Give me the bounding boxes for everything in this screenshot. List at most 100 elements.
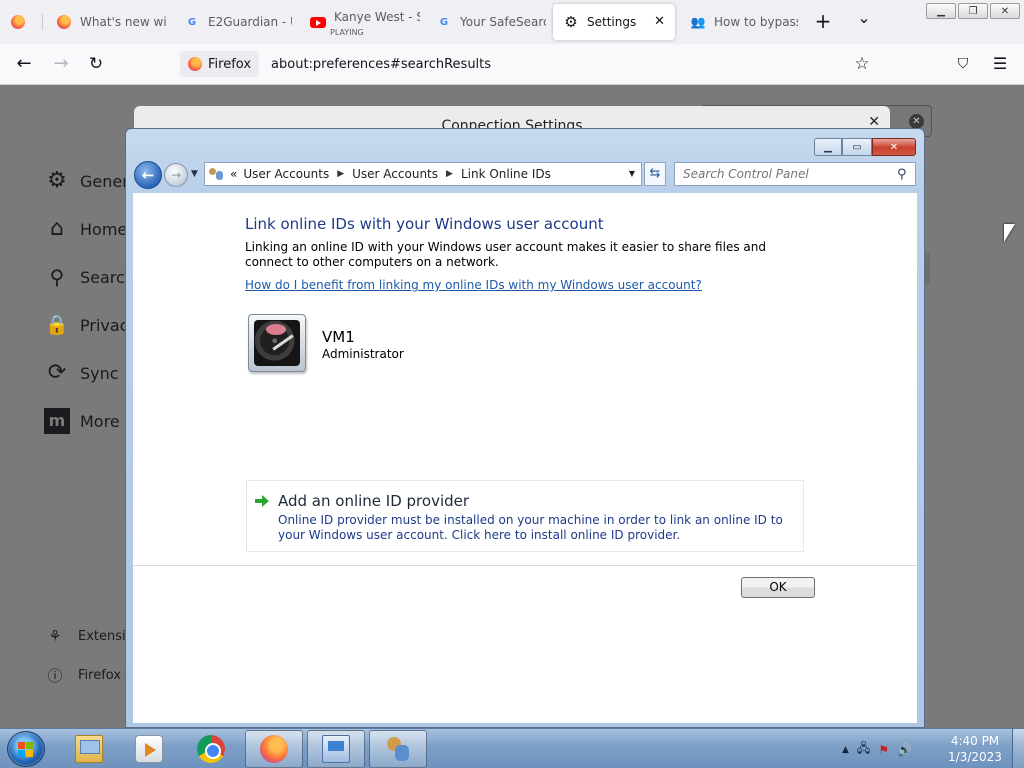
sync-icon: ⟳ (47, 360, 67, 385)
firefox-icon (260, 735, 288, 763)
pref-nav-more-from-mozilla[interactable]: m More f (44, 408, 130, 434)
show-desktop-button[interactable] (1012, 729, 1024, 768)
restore-button[interactable]: ❐ (958, 3, 988, 19)
minimize-button[interactable]: ▁ (814, 138, 842, 156)
avatar (248, 314, 306, 372)
tab-whats-new[interactable]: What's new wit (46, 4, 166, 40)
provider-title[interactable]: Add an online ID provider (278, 492, 469, 510)
network-icon[interactable]: 🖧 (857, 739, 870, 760)
tab-e2guardian[interactable]: G E2Guardian - U (174, 4, 292, 40)
windows-logo-icon (18, 742, 34, 757)
folder-icon (75, 735, 103, 763)
tab-playing-label: PLAYING (330, 28, 364, 37)
clock-date: 1/3/2023 (948, 750, 1002, 764)
tab-title: Settings (587, 15, 637, 29)
pref-nav-label: Sync (80, 363, 119, 383)
start-button[interactable] (7, 731, 45, 767)
url-text[interactable]: about:preferences#searchResults (271, 57, 491, 72)
bookmark-star-icon[interactable]: ☆ (852, 54, 872, 74)
tab-firefox-view[interactable] (0, 4, 40, 40)
clear-icon[interactable]: ✕ (909, 114, 924, 129)
user-accounts-icon (384, 735, 412, 763)
breadcrumb-item[interactable]: Link Online IDs (461, 167, 551, 181)
clock[interactable]: 4:40 PM 1/3/2023 (940, 733, 1010, 765)
identity-label: Firefox (208, 56, 252, 72)
mozilla-icon: m (44, 408, 70, 434)
pref-nav-search[interactable]: ⚲ Search (44, 264, 135, 290)
firefox-icon (56, 14, 72, 30)
pocket-icon[interactable]: ⛉ (953, 54, 973, 74)
taskbar-user-accounts[interactable] (369, 730, 427, 768)
action-center-flag-icon[interactable]: ⚑ (878, 743, 889, 757)
tab-youtube[interactable]: Kanye West - St PLAYING (300, 4, 420, 40)
taskbar-control-panel[interactable] (307, 730, 365, 768)
close-tab-icon[interactable]: ✕ (654, 14, 665, 29)
chevron-right-icon[interactable]: ▶ (446, 169, 453, 179)
control-panel-icon (322, 735, 350, 763)
user-role: Administrator (322, 347, 404, 361)
add-provider-link[interactable]: Add an online ID provider Online ID prov… (246, 480, 804, 552)
volume-icon[interactable]: 🔊 (897, 743, 912, 757)
breadcrumb-prefix[interactable]: « (230, 167, 237, 181)
lock-icon: 🔒 (45, 314, 69, 336)
close-window-button[interactable]: ✕ (872, 138, 916, 156)
google-icon: G (187, 16, 197, 28)
back-arrow-icon[interactable]: ← (134, 161, 162, 189)
new-tab-button[interactable]: + (813, 11, 833, 31)
system-tray: ▲ 🖧 ⚑ 🔊 (842, 739, 920, 760)
search-icon[interactable]: ⚲ (897, 167, 907, 182)
pref-nav-extensions[interactable]: ⚘ Extensio (46, 627, 133, 645)
taskbar-explorer[interactable] (60, 730, 118, 768)
taskbar-firefox[interactable] (245, 730, 303, 768)
chevron-down-icon[interactable]: ▼ (629, 169, 635, 178)
minimize-button[interactable]: ▁ (926, 3, 956, 19)
taskbar-media-player[interactable] (120, 730, 178, 768)
tab-safesearch[interactable]: G Your SafeSearch (426, 4, 546, 40)
tab-title: E2Guardian - U (208, 15, 292, 29)
taskbar: ▲ 🖧 ⚑ 🔊 4:40 PM 1/3/2023 (0, 728, 1024, 768)
youtube-icon (310, 14, 326, 30)
content-pane: Link online IDs with your Windows user a… (133, 193, 917, 723)
chevron-right-icon[interactable]: ▶ (337, 169, 344, 179)
gear-icon: ⚙ (564, 13, 578, 31)
divider (133, 565, 917, 566)
pref-nav-home[interactable]: ⌂ Home (44, 216, 127, 242)
tab-title: Kanye West - St (334, 10, 420, 24)
help-link[interactable]: How do I benefit from linking my online … (245, 278, 702, 292)
tab-how-to-bypass[interactable]: 👥 How to bypass (680, 4, 798, 40)
menu-hamburger-icon[interactable]: ☰ (990, 54, 1010, 74)
gear-icon: ⚙ (47, 168, 67, 193)
pref-nav-firefox-support[interactable]: ⓘ Firefox S (46, 665, 133, 686)
address-bar[interactable]: « User Accounts ▶ User Accounts ▶ Link O… (204, 162, 642, 186)
ok-button[interactable]: OK (741, 577, 815, 598)
pref-nav-privacy[interactable]: 🔒 Privacy (44, 312, 138, 338)
provider-description[interactable]: Online ID provider must be installed on … (278, 513, 788, 543)
breadcrumb-item[interactable]: User Accounts (352, 167, 438, 181)
clock-time: 4:40 PM (950, 734, 1000, 748)
identity-box[interactable]: Firefox (180, 51, 260, 77)
show-hidden-icons-icon[interactable]: ▲ (842, 745, 849, 755)
close-window-button[interactable]: ✕ (990, 3, 1020, 19)
green-arrow-icon (255, 494, 269, 508)
tab-settings[interactable]: ⚙ Settings ✕ (553, 4, 675, 40)
firefox-icon (10, 14, 26, 30)
pref-nav-sync[interactable]: ⟳ Sync (44, 360, 119, 386)
back-arrow-icon[interactable]: ← (14, 54, 34, 74)
recent-pages-dropdown-icon[interactable]: ▼ (191, 169, 198, 179)
chrome-icon (197, 735, 225, 763)
forward-arrow-icon[interactable]: → (51, 54, 71, 74)
taskbar-chrome[interactable] (182, 730, 240, 768)
search-input[interactable] (674, 162, 916, 186)
page-description: Linking an online ID with your Windows u… (245, 240, 766, 269)
reload-icon[interactable]: ↻ (86, 54, 106, 74)
page-title: Link online IDs with your Windows user a… (245, 215, 604, 233)
forward-arrow-icon[interactable]: → (164, 163, 188, 187)
browser-tab-bar: What's new wit G E2Guardian - U Kanye We… (0, 0, 1024, 44)
url-bar[interactable]: Firefox about:preferences#searchResults (180, 48, 880, 80)
refresh-icon[interactable]: ⇆ (644, 162, 666, 186)
search-icon: ⚲ (49, 265, 65, 289)
breadcrumb-item[interactable]: User Accounts (243, 167, 329, 181)
tab-list-button[interactable]: ⌄ (854, 8, 874, 28)
maximize-button[interactable]: ▭ (842, 138, 872, 156)
window-controls: ▁ ▭ ✕ (814, 138, 916, 156)
